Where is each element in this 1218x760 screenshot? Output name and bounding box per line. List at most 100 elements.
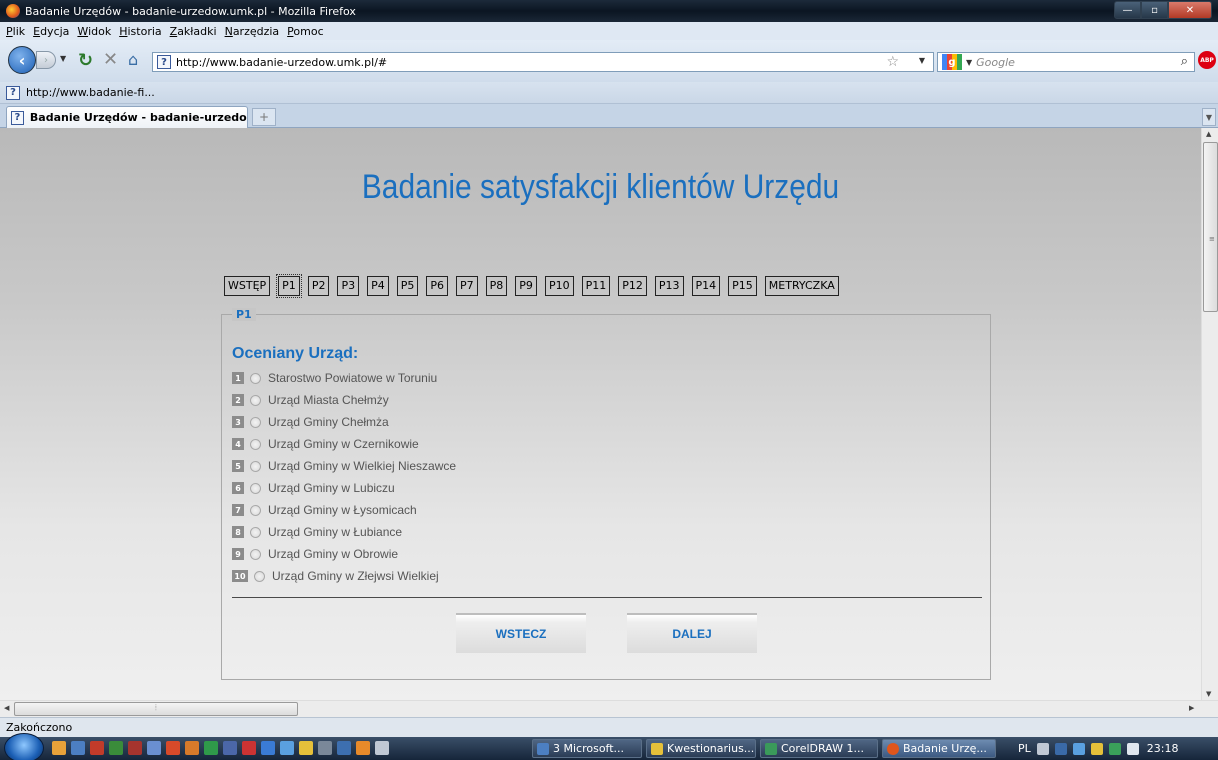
app-icon[interactable] — [280, 741, 294, 755]
site-identity-icon[interactable]: ? — [157, 55, 171, 69]
option-item[interactable]: 8 Urząd Gminy w Łubiance — [232, 521, 456, 543]
menu-item-edycja[interactable]: Edycja — [33, 25, 69, 38]
maximize-button[interactable]: ▫ — [1141, 1, 1168, 19]
address-bar[interactable]: ? http://www.badanie-urzedow.umk.pl/# ☆ … — [152, 52, 934, 72]
forward-button[interactable]: › — [36, 51, 56, 69]
step-metryczka[interactable]: METRYCZKA — [764, 276, 839, 296]
option-radio[interactable] — [250, 482, 261, 494]
word-icon[interactable] — [71, 741, 85, 755]
acrobat-icon[interactable] — [90, 741, 104, 755]
step-p14[interactable]: P14 — [691, 276, 721, 296]
app-icon[interactable] — [337, 741, 351, 755]
minimize-button[interactable]: — — [1114, 1, 1141, 19]
search-input[interactable]: Google — [976, 56, 1015, 69]
option-item[interactable]: 7 Urząd Gminy w Łysomicach — [232, 499, 456, 521]
option-label[interactable]: Urząd Gminy Chełmża — [268, 415, 389, 429]
app-icon[interactable] — [204, 741, 218, 755]
bookmark-item[interactable]: http://www.badanie-fi... — [26, 86, 155, 99]
option-label[interactable]: Urząd Gminy w Wielkiej Nieszawce — [268, 459, 456, 473]
address-input[interactable]: http://www.badanie-urzedow.umk.pl/# — [176, 56, 387, 69]
step-p9[interactable]: P9 — [515, 276, 537, 296]
media-player-icon[interactable] — [52, 741, 66, 755]
option-radio[interactable] — [250, 526, 261, 538]
step-p5[interactable]: P5 — [396, 276, 419, 296]
vertical-scroll-thumb[interactable]: ≡ — [1203, 142, 1218, 312]
language-indicator[interactable]: PL — [1018, 742, 1031, 755]
taskbar-item-coreldraw[interactable]: CorelDRAW 1... — [760, 739, 878, 758]
step-p13[interactable]: P13 — [654, 276, 684, 296]
stop-icon[interactable]: ✕ — [103, 49, 118, 70]
search-icon[interactable]: ⌕ — [1181, 54, 1188, 69]
option-item[interactable]: 6 Urząd Gminy w Lubiczu — [232, 477, 456, 499]
app-icon[interactable] — [318, 741, 332, 755]
option-label[interactable]: Starostwo Powiatowe w Toruniu — [268, 371, 437, 385]
app-icon[interactable] — [299, 741, 313, 755]
engine-dropdown-icon[interactable]: ▼ — [966, 58, 972, 67]
step-p3[interactable]: P3 — [337, 276, 360, 296]
step-p7[interactable]: P7 — [456, 276, 478, 296]
option-item[interactable]: 10 Urząd Gminy w Złejwsi Wielkiej — [232, 565, 456, 587]
url-dropdown-icon[interactable]: ▼ — [919, 56, 925, 65]
tab-list-button[interactable]: ▼ — [1202, 108, 1216, 126]
taskbar-item-firefox[interactable]: Badanie Urzę... — [882, 739, 996, 758]
option-radio[interactable] — [254, 570, 265, 582]
step-p10[interactable]: P10 — [544, 276, 574, 296]
step-p8[interactable]: P8 — [485, 276, 508, 296]
option-item[interactable]: 9 Urząd Gminy w Obrowie — [232, 543, 456, 565]
option-label[interactable]: Urząd Gminy w Lubiczu — [268, 481, 395, 495]
new-tab-button[interactable]: + — [252, 108, 276, 126]
scroll-left-icon[interactable]: ◀ — [4, 704, 9, 712]
app-icon[interactable] — [242, 741, 256, 755]
bookmark-star-icon[interactable]: ☆ — [886, 54, 899, 70]
option-label[interactable]: Urząd Gminy w Obrowie — [268, 547, 398, 561]
scroll-down-icon[interactable]: ▼ — [1206, 690, 1211, 698]
home-icon[interactable]: ⌂ — [128, 50, 138, 69]
option-label[interactable]: Urząd Miasta Chełmży — [268, 393, 389, 407]
menu-item-zakladki[interactable]: Zakładki — [170, 25, 217, 38]
network-icon[interactable] — [1072, 742, 1085, 755]
powerpoint-icon[interactable] — [128, 741, 142, 755]
horizontal-scroll-thumb[interactable]: ⦙ — [14, 702, 298, 716]
next-step-button[interactable]: DALEJ — [627, 613, 757, 653]
app-icon[interactable] — [147, 741, 161, 755]
step-p1[interactable]: P1 — [276, 274, 302, 298]
vertical-scrollbar[interactable]: ▲ ≡ ▼ — [1201, 128, 1218, 700]
excel-icon[interactable] — [109, 741, 123, 755]
option-label[interactable]: Urząd Gminy w Złejwsi Wielkiej — [272, 569, 439, 583]
option-radio[interactable] — [250, 416, 261, 428]
menu-item-historia[interactable]: Historia — [119, 25, 161, 38]
window-titlebar[interactable]: Badanie Urzędów - badanie-urzedow.umk.pl… — [0, 0, 1218, 22]
option-item[interactable]: 2 Urząd Miasta Chełmży — [232, 389, 456, 411]
history-dropdown-icon[interactable]: ▼ — [60, 54, 66, 63]
search-bar[interactable]: g ▼ Google ⌕ — [937, 52, 1195, 72]
taskbar-item-microsoft[interactable]: 3 Microsoft... — [532, 739, 642, 758]
tray-icon[interactable] — [1108, 742, 1121, 755]
step-wstep[interactable]: WSTĘP — [224, 276, 271, 296]
menu-item-pomoc[interactable]: Pomoc — [287, 25, 323, 38]
app-icon[interactable] — [166, 741, 180, 755]
menu-item-narzedzia[interactable]: Narzędzia — [225, 25, 280, 38]
internet-explorer-icon[interactable] — [261, 741, 275, 755]
option-radio[interactable] — [250, 438, 261, 450]
app-icon[interactable] — [356, 741, 370, 755]
scroll-right-icon[interactable]: ▶ — [1189, 704, 1194, 712]
app-icon[interactable] — [223, 741, 237, 755]
tray-icon[interactable] — [1090, 742, 1103, 755]
option-label[interactable]: Urząd Gminy w Łysomicach — [268, 503, 417, 517]
tray-icon[interactable] — [1036, 742, 1049, 755]
step-p12[interactable]: P12 — [618, 276, 647, 296]
google-engine-icon[interactable]: g — [942, 54, 962, 70]
option-label[interactable]: Urząd Gminy w Łubiance — [268, 525, 402, 539]
option-radio[interactable] — [250, 548, 261, 560]
back-step-button[interactable]: WSTECZ — [456, 613, 586, 653]
option-item[interactable]: 4 Urząd Gminy w Czernikowie — [232, 433, 456, 455]
tab-active[interactable]: ? Badanie Urzędów - badanie-urzedow... — [6, 106, 248, 128]
step-p2[interactable]: P2 — [307, 276, 330, 296]
tray-icon[interactable] — [1054, 742, 1067, 755]
option-label[interactable]: Urząd Gminy w Czernikowie — [268, 437, 419, 451]
taskbar-item-kwestionariusz[interactable]: Kwestionarius... — [646, 739, 756, 758]
step-p15[interactable]: P15 — [728, 276, 757, 296]
scroll-up-icon[interactable]: ▲ — [1206, 130, 1211, 138]
back-button[interactable]: ‹ — [8, 46, 36, 74]
option-radio[interactable] — [250, 372, 261, 384]
